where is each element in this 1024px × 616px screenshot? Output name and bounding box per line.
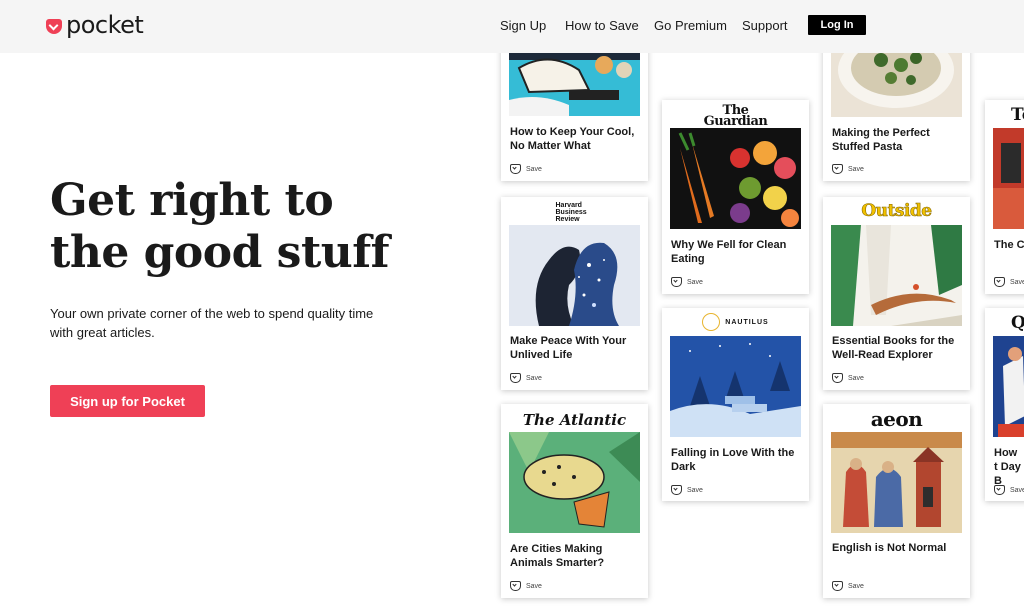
article-card-english[interactable]: aeon English is Not Normal Save [823, 404, 970, 598]
publisher-logo: Te [985, 101, 1024, 129]
article-card-books[interactable]: Outside Essential Books for the Well-Rea… [823, 197, 970, 390]
save-button[interactable]: Save [994, 277, 1024, 287]
publisher-name: Harvard Business Review [555, 201, 587, 223]
waterfall-illustration [831, 225, 962, 326]
nav-how-to-save[interactable]: How to Save [565, 18, 639, 33]
pocket-save-icon [510, 373, 521, 383]
publisher-logo: The Guardian [662, 102, 809, 130]
save-button[interactable]: Save [510, 164, 542, 174]
publisher-logo: NAUTILUS [662, 308, 809, 336]
publisher-name: Q [1011, 313, 1024, 333]
article-card-partial-mid[interactable]: Q How t Day B Save [985, 308, 1024, 501]
hero-title-line-1: Get right to [50, 175, 334, 226]
publisher-logo: The Atlantic [501, 406, 648, 434]
publisher-logo: Outside [823, 197, 970, 225]
save-label: Save [848, 165, 864, 173]
pocket-save-icon [994, 485, 1005, 495]
article-card-falling[interactable]: NAUTILUS Falling in Love With the Dark S… [662, 308, 809, 501]
save-button[interactable]: Save [832, 581, 864, 591]
save-label: Save [1010, 278, 1024, 286]
save-button[interactable]: Save [671, 277, 703, 287]
article-title[interactable]: Are Cities Making Animals Smarter? [510, 542, 640, 570]
publisher-name: NAUTILUS [725, 318, 769, 326]
article-card-clean[interactable]: The Guardian Why We Fell for Clean Eatin… [662, 100, 809, 294]
save-label: Save [526, 582, 542, 590]
publisher-logo: Q [985, 309, 1024, 337]
publisher-name: aeon [870, 407, 923, 431]
publisher-logo: Harvard Business Review [501, 199, 648, 225]
article-image [670, 336, 801, 437]
article-image [993, 336, 1024, 437]
pocket-save-icon [994, 277, 1005, 287]
header: pocket Sign Up How to Save Go Premium Su… [0, 0, 1024, 53]
article-image [993, 128, 1024, 229]
article-title[interactable]: Make Peace With Your Unlived Life [510, 334, 640, 362]
save-label: Save [687, 486, 703, 494]
publisher-name: The Atlantic [522, 411, 627, 429]
save-button[interactable]: Save [832, 164, 864, 174]
night-snow-illustration [670, 336, 801, 437]
save-button[interactable]: Save [510, 373, 542, 383]
save-label: Save [848, 374, 864, 382]
publisher-name: The Guardian [703, 103, 768, 129]
article-image [509, 225, 640, 326]
pocket-logo-icon [46, 18, 62, 34]
save-label: Save [848, 582, 864, 590]
article-card-cities[interactable]: The Atlantic Are Cities Making Animals S… [501, 404, 648, 598]
pocket-logo[interactable]: pocket [46, 11, 144, 39]
publisher-name: Outside [861, 201, 932, 222]
save-button[interactable]: Save [994, 485, 1024, 495]
nav-go-premium[interactable]: Go Premium [654, 18, 727, 33]
pocket-save-icon [671, 277, 682, 287]
ocelot-illustration [509, 432, 640, 533]
hero-subtitle: Your own private corner of the web to sp… [50, 306, 374, 340]
article-title[interactable]: How to Keep Your Cool, No Matter What [510, 125, 640, 153]
save-label: Save [526, 374, 542, 382]
save-label: Save [526, 165, 542, 173]
article-title[interactable]: How t Day B [994, 446, 1022, 488]
vegetables-illustration [670, 128, 801, 229]
article-title[interactable]: Falling in Love With the Dark [671, 446, 801, 474]
nav-sign-up[interactable]: Sign Up [500, 18, 546, 33]
save-button[interactable]: Save [671, 485, 703, 495]
pocket-save-icon [671, 485, 682, 495]
log-in-button[interactable]: Log In [808, 15, 866, 35]
hero-title-line-2: the good stuff [50, 227, 390, 278]
article-image [831, 432, 962, 533]
article-card-partial-top[interactable]: Te The C Save [985, 100, 1024, 294]
pocket-save-icon [510, 164, 521, 174]
logo-text: pocket [66, 11, 144, 39]
article-title[interactable]: Making the Perfect Stuffed Pasta [832, 126, 962, 154]
publisher-logo: aeon [823, 405, 970, 433]
sign-up-for-pocket-button[interactable]: Sign up for Pocket [50, 385, 205, 417]
pocket-save-icon [832, 164, 843, 174]
article-image [509, 432, 640, 533]
art-illustration [993, 128, 1024, 229]
article-title[interactable]: The C [994, 238, 1024, 252]
save-button[interactable]: Save [510, 581, 542, 591]
nav-support[interactable]: Support [742, 18, 788, 33]
publisher-name: Te [1011, 105, 1024, 125]
pocket-save-icon [832, 373, 843, 383]
tapestry-illustration [831, 432, 962, 533]
pocket-save-icon [832, 581, 843, 591]
save-label: Save [687, 278, 703, 286]
article-title[interactable]: Essential Books for the Well-Read Explor… [832, 334, 962, 362]
figure-illustration [993, 336, 1024, 437]
hero-title: Get right to the good stuff [50, 175, 450, 279]
nautilus-logo-icon [702, 313, 721, 331]
embrace-illustration [509, 225, 640, 326]
article-card-peace[interactable]: Harvard Business Review Make Peace With … [501, 197, 648, 390]
article-title[interactable]: Why We Fell for Clean Eating [671, 238, 801, 266]
article-image [831, 225, 962, 326]
save-button[interactable]: Save [832, 373, 864, 383]
article-title[interactable]: English is Not Normal [832, 541, 962, 555]
article-image [670, 128, 801, 229]
pocket-save-icon [510, 581, 521, 591]
save-label: Save [1010, 486, 1024, 494]
